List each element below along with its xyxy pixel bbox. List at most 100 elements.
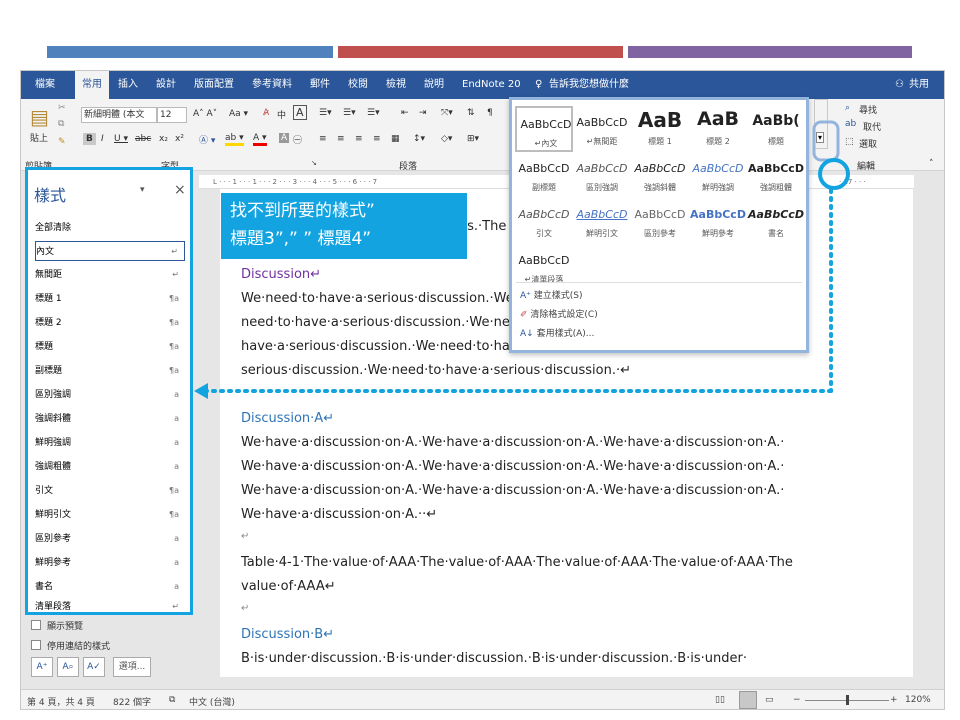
select-button[interactable]: 選取 xyxy=(859,137,877,150)
gallery-style[interactable]: AaBb(標題 xyxy=(747,106,805,152)
decrease-indent-icon[interactable]: ⇤ xyxy=(401,108,409,118)
zoom-out-icon[interactable]: − xyxy=(793,695,801,705)
gallery-style[interactable]: AaBbCcD ↵清單段落 xyxy=(515,244,573,290)
style-item[interactable]: 無間距 ↵ xyxy=(35,265,185,285)
tab-references[interactable]: 參考資料 xyxy=(252,71,292,99)
clear-format-icon[interactable]: A̷ xyxy=(263,108,269,118)
font-color-icon[interactable]: A ▾ xyxy=(253,133,267,146)
page-count[interactable]: 第 4 頁，共 4 頁 xyxy=(27,695,95,708)
numbering-icon[interactable]: ☰▾ xyxy=(343,108,356,118)
shading-icon[interactable]: ◇▾ xyxy=(441,134,452,144)
style-inspector-icon[interactable]: A⌕ xyxy=(57,657,79,677)
style-item[interactable]: 區別強調 a xyxy=(35,385,185,405)
create-style-item[interactable]: A⁺ 建立樣式(S) xyxy=(520,288,583,301)
find-button[interactable]: 尋找 xyxy=(859,103,877,116)
gallery-style[interactable]: AaBbCcD 強調粗體 xyxy=(747,152,805,198)
pane-menu-icon[interactable]: ▾ xyxy=(140,185,145,195)
sort-icon[interactable]: ⇅ xyxy=(467,108,475,118)
gallery-style-normal[interactable]: AaBbCcD ↵內文 xyxy=(515,106,573,152)
align-left-icon[interactable]: ≡ xyxy=(319,134,327,144)
gallery-style[interactable]: AaBbCcD 書名 xyxy=(747,198,805,244)
gallery-style[interactable]: AaB 標題 1 xyxy=(631,106,689,152)
strikethrough-icon[interactable]: abc xyxy=(135,134,151,144)
copy-icon[interactable]: ⧉ xyxy=(58,119,64,129)
borders-icon[interactable]: ⊞▾ xyxy=(467,134,479,144)
style-item[interactable]: 書名 a xyxy=(35,577,185,597)
font-dialog-launcher-icon[interactable]: ↘ xyxy=(311,159,317,167)
gallery-expand-icon[interactable]: ▾ xyxy=(816,132,825,143)
paste-button[interactable]: 貼上 xyxy=(30,131,48,144)
gallery-style[interactable]: AaB 標題 2 xyxy=(689,106,747,152)
word-count[interactable]: 822 個字 xyxy=(113,695,151,708)
options-button[interactable]: 選項... xyxy=(113,657,151,677)
zoom-slider-thumb[interactable] xyxy=(846,695,849,705)
style-item[interactable]: 強調斜體 a xyxy=(35,409,185,429)
bold-icon[interactable]: B xyxy=(83,133,96,145)
print-layout-icon[interactable] xyxy=(739,691,757,709)
proofing-icon[interactable]: ⧉ xyxy=(169,695,175,705)
tab-view[interactable]: 檢視 xyxy=(386,71,406,99)
clear-formatting-item[interactable]: ✐ 清除格式設定(C) xyxy=(520,307,598,320)
phonetic-icon[interactable]: 中 xyxy=(277,108,286,121)
web-layout-icon[interactable]: ▭ xyxy=(765,695,774,705)
style-item[interactable]: 標題 2 ¶a xyxy=(35,313,185,333)
collapse-ribbon-icon[interactable]: ˄ xyxy=(929,159,934,169)
enclose-char-icon[interactable]: ㊀ xyxy=(293,133,302,146)
subscript-icon[interactable]: x₂ xyxy=(159,134,168,144)
style-item[interactable]: 鮮明強調 a xyxy=(35,433,185,453)
style-item[interactable]: 引文 ¶a xyxy=(35,481,185,501)
bullets-icon[interactable]: ☰▾ xyxy=(319,108,332,118)
tab-review[interactable]: 校閱 xyxy=(348,71,368,99)
italic-icon[interactable]: I xyxy=(101,134,104,144)
underline-icon[interactable]: U ▾ xyxy=(114,134,128,144)
align-right-icon[interactable]: ≡ xyxy=(355,134,363,144)
tab-layout[interactable]: 版面配置 xyxy=(194,71,234,99)
gallery-style[interactable]: AaBbCcD 區別參考 xyxy=(631,198,689,244)
new-style-icon[interactable]: A⁺ xyxy=(31,657,53,677)
superscript-icon[interactable]: x² xyxy=(175,134,184,144)
tab-mailings[interactable]: 郵件 xyxy=(310,71,330,99)
gallery-style[interactable]: AaBbCcD 副標題 xyxy=(515,152,573,198)
line-spacing-icon[interactable]: ↕▾ xyxy=(413,134,425,144)
zoom-level[interactable]: 120% xyxy=(905,695,931,705)
gallery-style[interactable]: AaBbCcD 強調斜體 xyxy=(631,152,689,198)
tab-file[interactable]: 檔案 xyxy=(35,71,55,99)
tab-home[interactable]: 常用 xyxy=(75,71,109,99)
char-shading-icon[interactable]: A xyxy=(279,133,290,143)
style-item[interactable]: 強調粗體 a xyxy=(35,457,185,477)
language-status[interactable]: 中文 (台灣) xyxy=(189,695,235,708)
tab-help[interactable]: 說明 xyxy=(424,71,444,99)
align-center-icon[interactable]: ≡ xyxy=(337,134,345,144)
distributed-icon[interactable]: ▦ xyxy=(391,134,400,144)
style-item[interactable]: 鮮明引文 ¶a xyxy=(35,505,185,525)
gallery-style[interactable]: AaBbCcD 引文 xyxy=(515,198,573,244)
style-item[interactable]: 標題 1 ¶a xyxy=(35,289,185,309)
style-item[interactable]: 全部清除 xyxy=(35,218,185,238)
style-item[interactable]: 副標題 ¶a xyxy=(35,361,185,381)
tab-endnote[interactable]: EndNote 20 xyxy=(462,71,521,99)
manage-styles-icon[interactable]: A✓ xyxy=(83,657,105,677)
style-item[interactable]: 鮮明參考 a xyxy=(35,553,185,573)
show-preview-checkbox[interactable] xyxy=(31,620,41,630)
clipboard-icon[interactable]: ▤ xyxy=(30,105,49,129)
increase-indent-icon[interactable]: ⇥ xyxy=(419,108,427,118)
gallery-style[interactable]: AaBbCcD ↵無間距 xyxy=(573,106,631,152)
tell-me-search[interactable]: 告訴我您想做什麼 xyxy=(549,71,629,99)
text-effect-icon[interactable]: Ⓐ ▾ xyxy=(199,133,215,146)
share-button[interactable]: 共用 xyxy=(909,71,929,99)
scissors-icon[interactable]: ✂ xyxy=(58,103,66,113)
char-border-icon[interactable]: A xyxy=(293,105,307,120)
format-painter-icon[interactable]: ✎ xyxy=(58,137,66,147)
style-item-selected[interactable]: 內文 ↵ xyxy=(35,241,185,261)
disable-linked-checkbox[interactable] xyxy=(31,640,41,650)
gallery-style[interactable]: AaBbCcD 區別強調 xyxy=(573,152,631,198)
read-mode-icon[interactable]: ▯▯ xyxy=(715,695,725,705)
chinese-layout-icon[interactable]: ⤧▾ xyxy=(441,108,453,118)
tab-design[interactable]: 設計 xyxy=(156,71,176,99)
multilevel-list-icon[interactable]: ☰▾ xyxy=(367,108,380,118)
gallery-style[interactable]: AaBbCcD 鮮明引文 xyxy=(573,198,631,244)
show-marks-icon[interactable]: ¶ xyxy=(487,108,493,118)
apply-styles-item[interactable]: A↓ 套用樣式(A)... xyxy=(520,326,594,339)
zoom-in-icon[interactable]: + xyxy=(890,695,898,705)
justify-icon[interactable]: ≡ xyxy=(373,134,381,144)
